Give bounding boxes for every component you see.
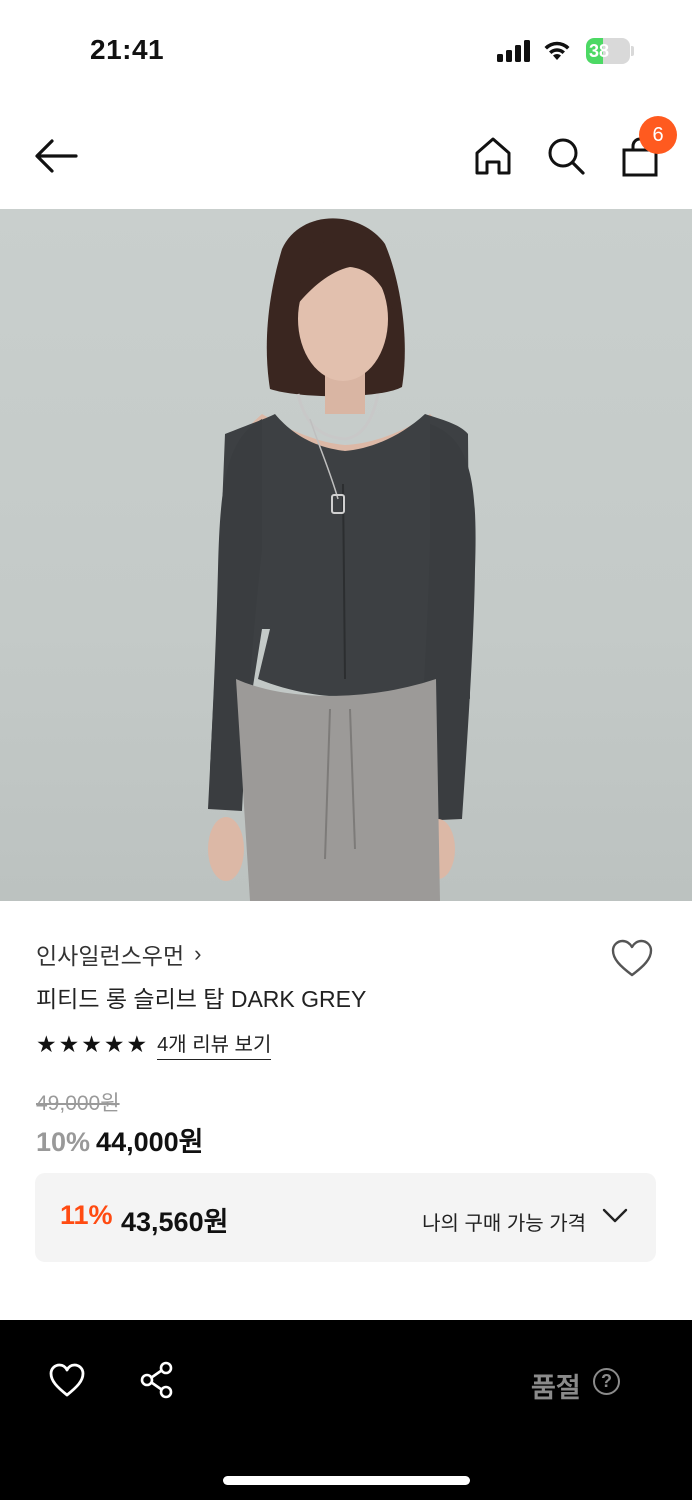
home-icon[interactable] xyxy=(474,136,512,176)
star-icon: ★ xyxy=(36,1030,57,1057)
star-icon: ★ xyxy=(81,1030,102,1057)
battery-indicator: 38 xyxy=(586,38,634,64)
status-time: 21:41 xyxy=(90,34,165,65)
brand-name: 인사일런스우먼 xyxy=(36,943,185,969)
my-discount-rate: 11% xyxy=(60,1200,113,1230)
heart-icon[interactable] xyxy=(610,938,654,978)
star-icon: ★ xyxy=(58,1030,80,1057)
bottom-action-bar: 품절 ? xyxy=(0,1320,692,1500)
my-price-dropdown[interactable]: 11% 43,560원 나의 구매 가능 가격 xyxy=(35,1173,656,1262)
star-icon: ★ xyxy=(126,1030,148,1057)
product-image[interactable] xyxy=(0,209,692,901)
chevron-down-icon xyxy=(602,1208,628,1223)
wifi-icon xyxy=(544,41,570,60)
original-price: 49,000원 xyxy=(36,1092,120,1115)
signal-icon xyxy=(497,40,530,62)
back-arrow-icon[interactable] xyxy=(34,138,78,174)
my-price: 43,560원 xyxy=(121,1207,229,1237)
model-photo xyxy=(208,218,476,901)
brand-link[interactable]: 인사일런스우먼 › xyxy=(36,937,201,971)
review-link[interactable]: 4개 리뷰 보기 xyxy=(157,1028,272,1060)
battery-level: 38 xyxy=(589,41,610,61)
star-icon: ★ xyxy=(103,1030,125,1057)
share-icon[interactable] xyxy=(139,1360,175,1400)
product-title: 피티드 롱 슬리브 탑 DARK GREY xyxy=(36,986,367,1012)
sale-price: 44,000원 xyxy=(96,1127,204,1157)
rating-row: ★ ★ ★ ★ ★ 4개 리뷰 보기 xyxy=(36,1028,272,1060)
top-nav xyxy=(0,110,692,205)
cart-count-badge: 6 xyxy=(639,116,677,154)
star-rating: ★ ★ ★ ★ ★ xyxy=(36,1030,148,1057)
chevron-right-icon: › xyxy=(194,941,202,966)
status-bar: 21:41 38 xyxy=(0,0,692,100)
search-icon[interactable] xyxy=(546,136,586,176)
sold-out-status: 품절 xyxy=(531,1373,581,1403)
heart-icon[interactable] xyxy=(48,1362,86,1398)
discount-rate: 10% xyxy=(36,1127,91,1157)
help-icon[interactable]: ? xyxy=(593,1368,620,1395)
home-indicator xyxy=(223,1476,470,1485)
my-price-label: 나의 구매 가능 가격 xyxy=(422,1213,586,1235)
price-row: 10% 44,000원 xyxy=(36,1120,203,1159)
